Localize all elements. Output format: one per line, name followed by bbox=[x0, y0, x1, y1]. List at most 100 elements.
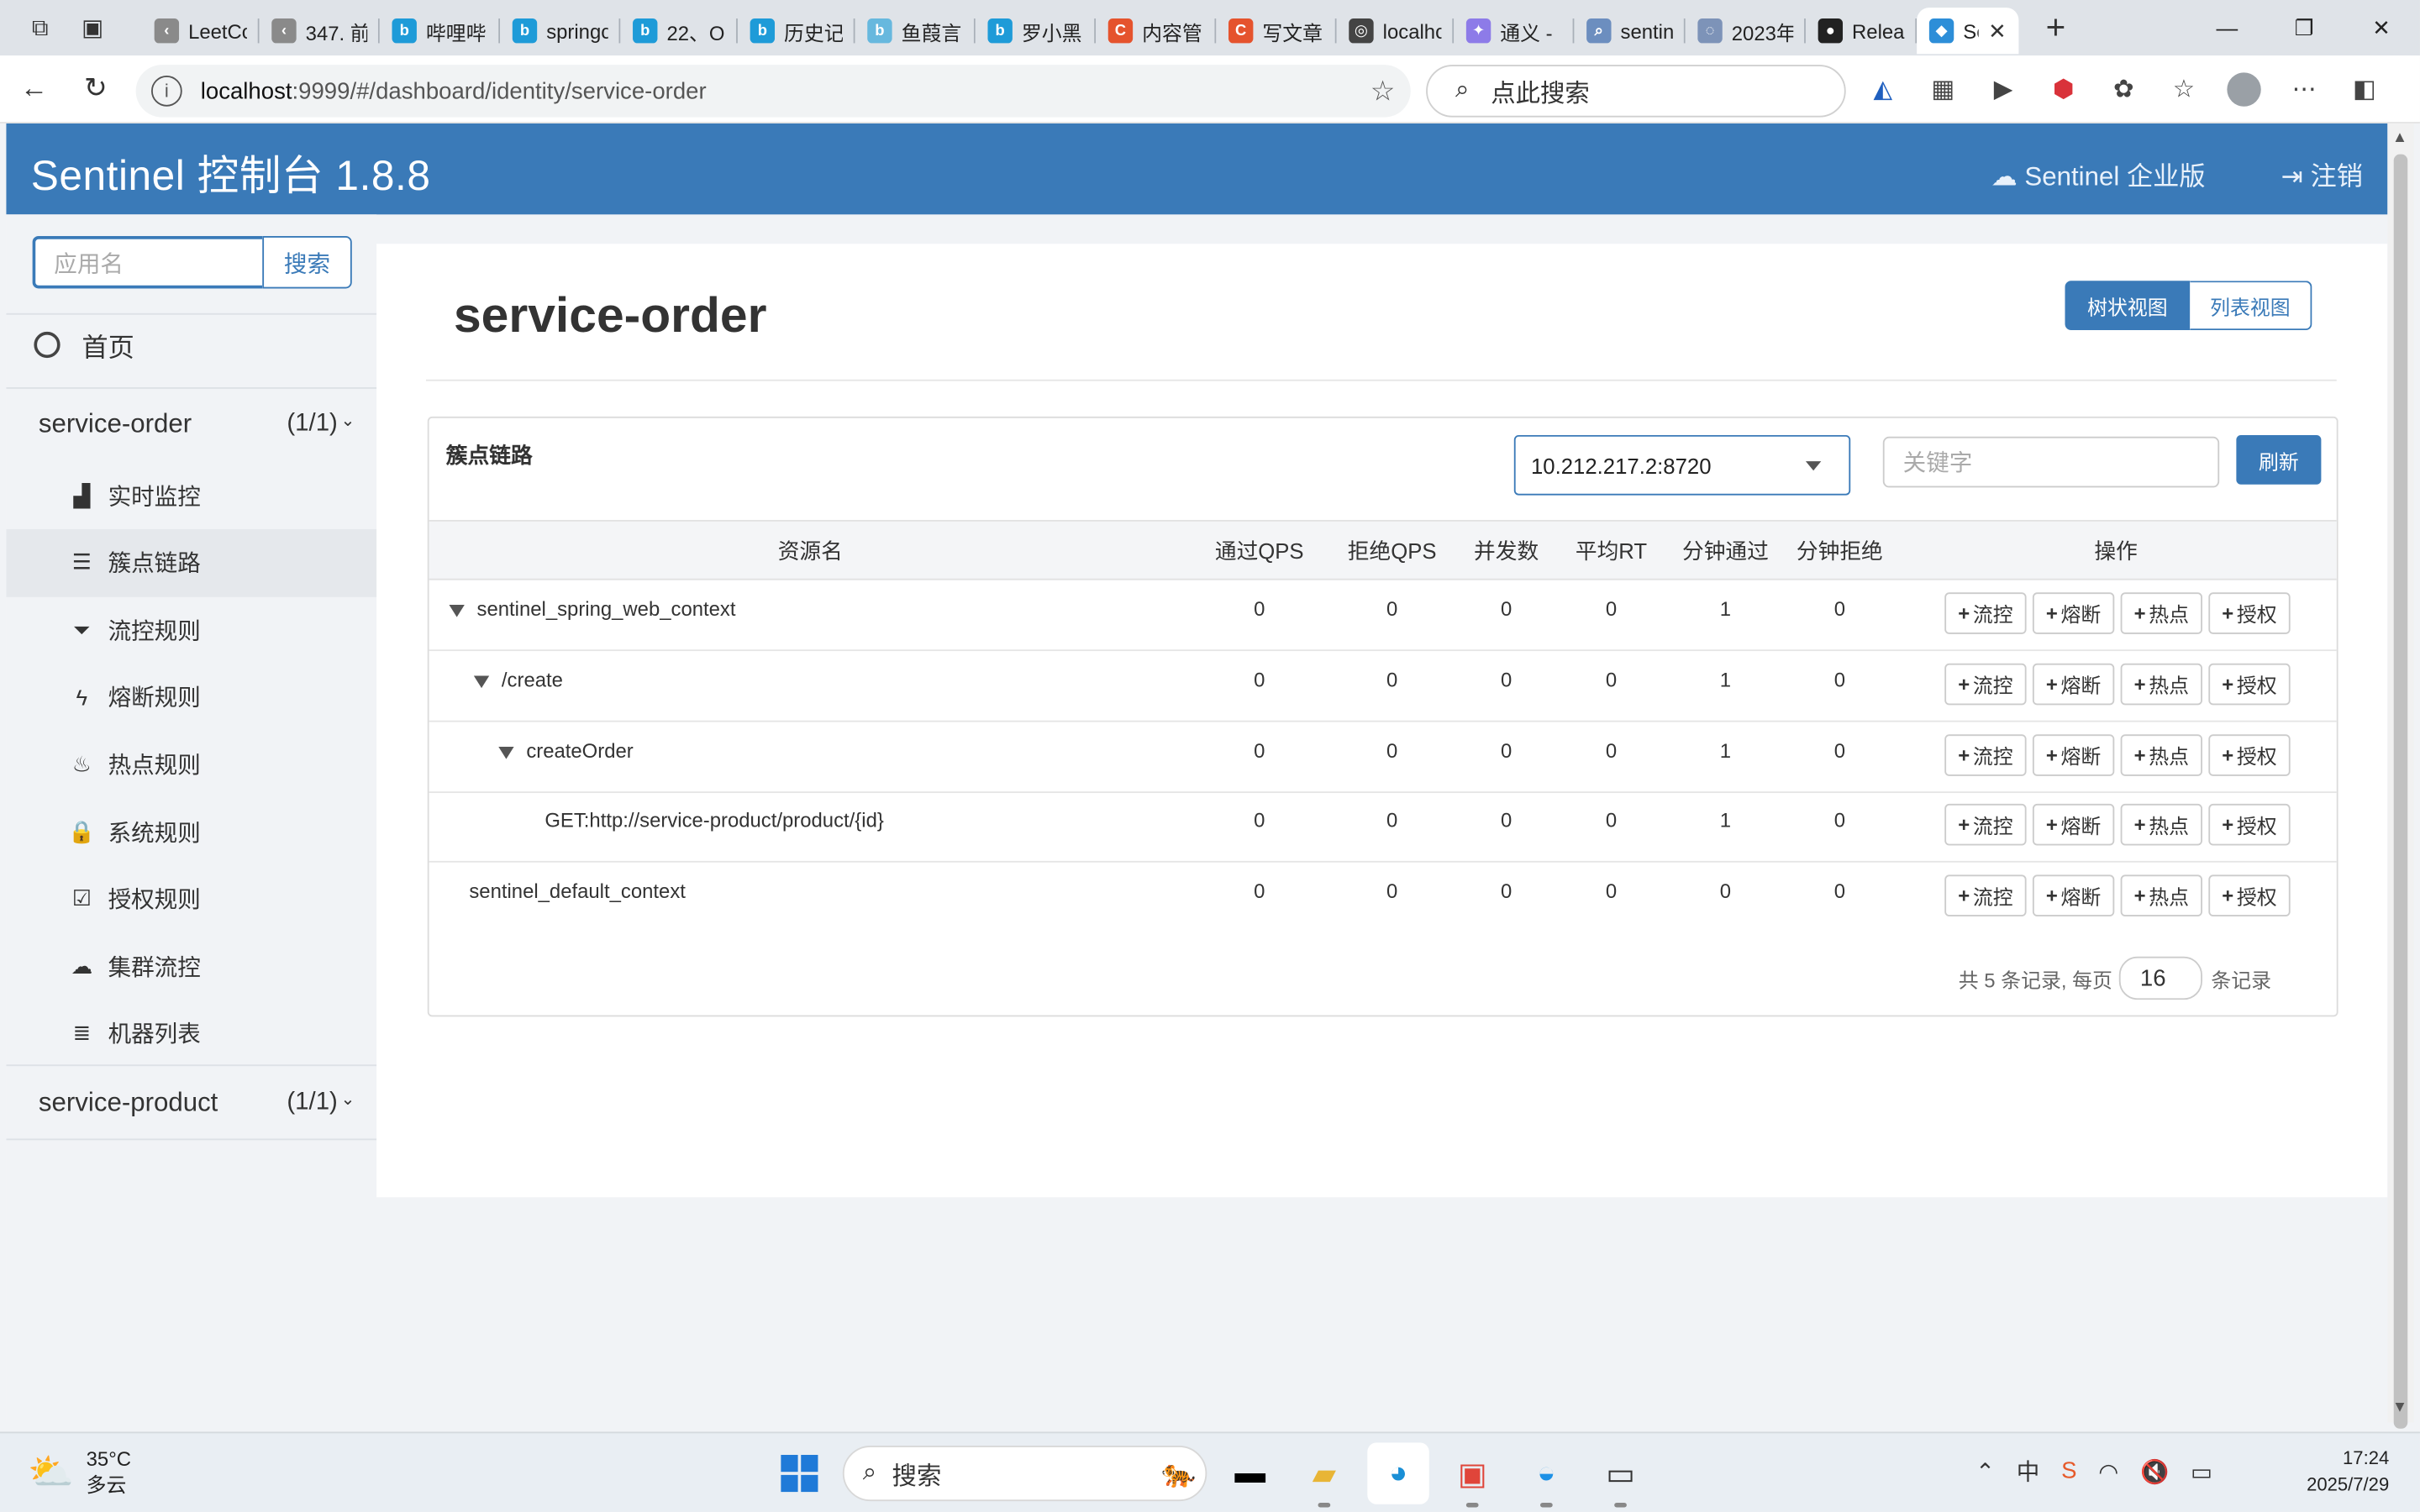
extension-play-icon[interactable]: ▶ bbox=[1981, 68, 2024, 111]
restore-button[interactable]: ❐ bbox=[2265, 0, 2343, 55]
close-tab-icon[interactable]: ✕ bbox=[1988, 18, 2007, 44]
browser-tab[interactable]: ◆ Se ✕ bbox=[1917, 8, 2019, 55]
hotspot-rule-button[interactable]: + 热点 bbox=[2120, 663, 2202, 705]
reload-button[interactable]: ↻ bbox=[68, 61, 124, 117]
degrade-rule-button[interactable]: + 熔断 bbox=[2032, 663, 2115, 705]
refresh-button[interactable]: 刷新 bbox=[2236, 434, 2322, 485]
chevron-up-icon[interactable]: ⌃ bbox=[1975, 1457, 1995, 1485]
close-window-button[interactable]: ✕ bbox=[2343, 0, 2420, 55]
sidebar-item-list[interactable]: ☰ 簇点链路 bbox=[6, 528, 377, 597]
task-view-icon[interactable]: ▬ bbox=[1219, 1442, 1281, 1504]
browser-tab[interactable]: b 22、O bbox=[620, 8, 738, 54]
more-menu-icon[interactable]: ⋯ bbox=[2282, 68, 2325, 111]
flow-rule-button[interactable]: + 流控 bbox=[1944, 874, 2027, 917]
scrollbar-thumb[interactable] bbox=[2393, 154, 2408, 1429]
browser-tab[interactable]: ● Release bbox=[1806, 8, 1918, 54]
browser-tab[interactable]: C 写文章 bbox=[1216, 8, 1337, 54]
docker-icon[interactable]: ◒ bbox=[1516, 1442, 1577, 1508]
expand-toggle-icon[interactable] bbox=[498, 746, 514, 759]
list-view-button[interactable]: 列表视图 bbox=[2190, 281, 2312, 331]
intellij-icon[interactable]: ▣ bbox=[1441, 1442, 1502, 1508]
authority-rule-button[interactable]: + 授权 bbox=[2208, 733, 2291, 776]
site-info-icon[interactable]: i bbox=[150, 75, 182, 107]
page-size-input[interactable]: 16 bbox=[2118, 956, 2202, 1000]
workspaces-icon[interactable]: ⧉ bbox=[18, 6, 61, 49]
browser-tab[interactable]: b 鱼葭言 bbox=[855, 8, 976, 54]
extension-b-icon[interactable]: ▦ bbox=[1922, 68, 1965, 111]
terminal-icon[interactable]: ▭ bbox=[1590, 1442, 1651, 1508]
keyword-input[interactable]: 关键字 bbox=[1882, 436, 2220, 488]
favorites-icon[interactable]: ☆ bbox=[2162, 68, 2205, 111]
flow-rule-button[interactable]: + 流控 bbox=[1944, 804, 2027, 847]
app-search-button[interactable]: 搜索 bbox=[262, 236, 352, 289]
browser-tab[interactable]: ◌ 2023年 bbox=[1686, 8, 1806, 54]
browser-tab[interactable]: ‹ 347. 前 bbox=[260, 8, 380, 54]
browser-tab[interactable]: ‹ LeetCo bbox=[142, 8, 260, 54]
back-button[interactable]: ← bbox=[6, 61, 61, 117]
ime-icon[interactable]: 中 bbox=[2017, 1455, 2040, 1488]
sidebar-item-th-list[interactable]: ≣ 机器列表 bbox=[6, 1000, 376, 1068]
page-scrollbar[interactable]: ▲ ▼ bbox=[2387, 123, 2414, 1429]
authority-rule-button[interactable]: + 授权 bbox=[2208, 874, 2291, 917]
browser-search-box[interactable]: ⌕ 点此搜索 bbox=[1426, 65, 1846, 118]
hotspot-rule-button[interactable]: + 热点 bbox=[2120, 592, 2202, 634]
degrade-rule-button[interactable]: + 熔断 bbox=[2032, 874, 2115, 917]
minimize-button[interactable]: — bbox=[2188, 0, 2265, 55]
app-group-service-product[interactable]: service-product (1/1) ⌄ bbox=[39, 1088, 355, 1119]
scroll-down-icon[interactable]: ▼ bbox=[2392, 1399, 2407, 1416]
extensions-puzzle-icon[interactable]: ✿ bbox=[2102, 68, 2145, 111]
tab-actions-icon[interactable]: ▣ bbox=[71, 6, 113, 49]
browser-tab[interactable]: C 内容管 bbox=[1096, 8, 1217, 54]
profile-avatar[interactable] bbox=[2223, 68, 2265, 111]
hotspot-rule-button[interactable]: + 热点 bbox=[2120, 874, 2202, 917]
sidebar-item-bar-chart[interactable]: ▟ 实时监控 bbox=[6, 461, 376, 529]
sidebar-item-check[interactable]: ☑ 授权规则 bbox=[6, 865, 376, 933]
degrade-rule-button[interactable]: + 熔断 bbox=[2032, 733, 2115, 776]
machine-select[interactable]: 10.212.217.2:8720 bbox=[1513, 434, 1851, 496]
expand-toggle-icon[interactable] bbox=[449, 604, 465, 617]
extension-a-icon[interactable]: ◭ bbox=[1861, 68, 1904, 111]
browser-tab[interactable]: b 罗小黑 bbox=[976, 8, 1097, 54]
scroll-up-icon[interactable]: ▲ bbox=[2392, 129, 2407, 146]
url-field[interactable]: i localhost:9999/#/dashboard/identity/se… bbox=[135, 65, 1411, 118]
weather-widget[interactable]: ⛅ 35°C 多云 bbox=[28, 1446, 131, 1498]
app-group-service-order[interactable]: service-order (1/1) ⌄ bbox=[39, 409, 355, 440]
browser-tab[interactable]: b springc bbox=[500, 8, 621, 54]
taskbar-search[interactable]: ⌕ 搜索 🐅 bbox=[842, 1445, 1207, 1502]
tree-view-button[interactable]: 树状视图 bbox=[2065, 281, 2191, 331]
app-brand[interactable]: Sentinel 控制台 1.8.8 bbox=[31, 142, 431, 202]
sidebar-item-fire[interactable]: ♨ 热点规则 bbox=[6, 730, 376, 798]
favorite-star-icon[interactable]: ☆ bbox=[1370, 75, 1396, 108]
extension-shield-icon[interactable]: ⬢ bbox=[2042, 68, 2085, 111]
wifi-icon[interactable]: ◠ bbox=[2098, 1457, 2118, 1485]
browser-tab[interactable]: ✦ 通义 - bbox=[1454, 8, 1575, 54]
degrade-rule-button[interactable]: + 熔断 bbox=[2032, 592, 2115, 634]
logout-link[interactable]: ⇥ 注销 bbox=[2281, 155, 2363, 193]
authority-rule-button[interactable]: + 授权 bbox=[2208, 592, 2291, 634]
sidebar-item-cloud[interactable]: ☁ 集群流控 bbox=[6, 932, 376, 1000]
degrade-rule-button[interactable]: + 熔断 bbox=[2032, 804, 2115, 847]
app-tray-icon[interactable]: S bbox=[2061, 1458, 2076, 1484]
browser-tab[interactable]: b 历史记 bbox=[738, 8, 855, 54]
start-button[interactable] bbox=[769, 1442, 830, 1504]
hotspot-rule-button[interactable]: + 热点 bbox=[2120, 733, 2202, 776]
flow-rule-button[interactable]: + 流控 bbox=[1944, 592, 2027, 634]
sidebar-item-filter[interactable]: ⏷ 流控规则 bbox=[6, 596, 376, 664]
flow-rule-button[interactable]: + 流控 bbox=[1944, 733, 2027, 776]
sidebar-item-home[interactable]: 首页 bbox=[34, 326, 134, 365]
expand-toggle-icon[interactable] bbox=[473, 675, 490, 688]
app-name-input[interactable]: 应用名 bbox=[32, 236, 263, 289]
enterprise-link[interactable]: ☁ Sentinel 企业版 bbox=[1991, 155, 2206, 193]
hotspot-rule-button[interactable]: + 热点 bbox=[2120, 804, 2202, 847]
browser-tab[interactable]: ◎ localhc bbox=[1337, 8, 1455, 54]
sidebar-toggle-icon[interactable]: ◧ bbox=[2343, 68, 2386, 111]
battery-icon[interactable]: ▭ bbox=[2191, 1457, 2212, 1485]
authority-rule-button[interactable]: + 授权 bbox=[2208, 663, 2291, 705]
clock[interactable]: 17:24 2025/7/29 bbox=[2307, 1446, 2389, 1498]
authority-rule-button[interactable]: + 授权 bbox=[2208, 804, 2291, 847]
file-explorer-icon[interactable]: ▰ bbox=[1293, 1442, 1355, 1508]
volume-muted-icon[interactable]: 🔇 bbox=[2140, 1457, 2169, 1485]
sidebar-item-bolt[interactable]: ϟ 熔断规则 bbox=[6, 663, 376, 731]
browser-tab[interactable]: ⌕ sentine bbox=[1574, 8, 1686, 54]
flow-rule-button[interactable]: + 流控 bbox=[1944, 663, 2027, 705]
